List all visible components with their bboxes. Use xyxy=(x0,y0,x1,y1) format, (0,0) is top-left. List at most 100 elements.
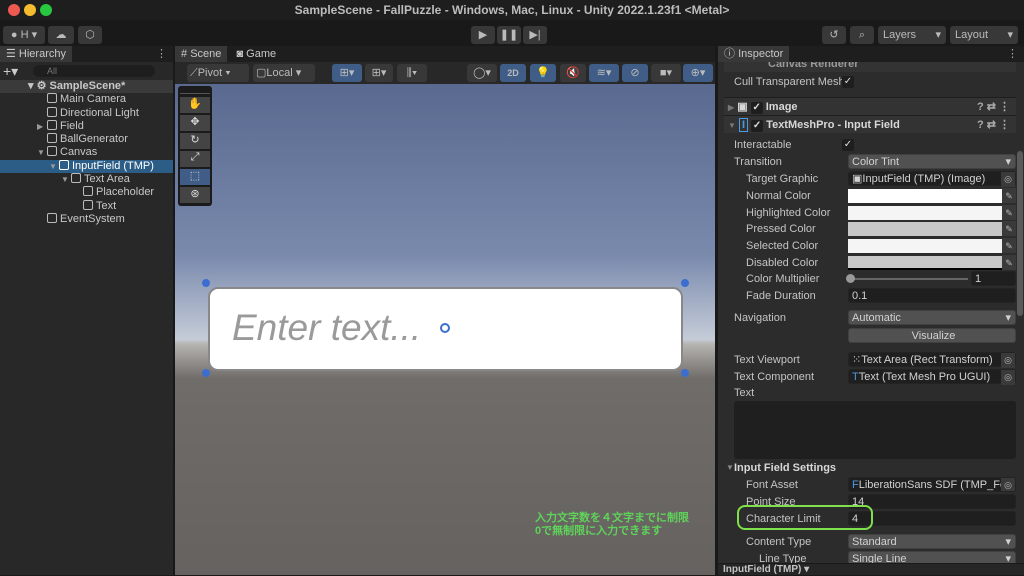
hierarchy-item-text-area[interactable]: ▼ Text Area xyxy=(0,173,173,186)
gizmos-icon[interactable]: ⊕▾ xyxy=(683,64,713,82)
account-dropdown[interactable]: ● H ▾ xyxy=(3,26,45,44)
hierarchy-item-ballgenerator[interactable]: BallGenerator xyxy=(0,133,173,146)
eyedropper-icon[interactable]: ✎ xyxy=(1002,205,1016,220)
normal-color-swatch[interactable] xyxy=(848,189,1002,203)
pivot-dropdown[interactable]: ⟋Pivot ▾ xyxy=(187,64,249,82)
text-component-field[interactable]: TText (Text Mesh Pro UGUI) ◎ xyxy=(848,369,1016,385)
scene-viewport[interactable]: ✋ ✥ ↻ ⤢ ⬚ ⊛ Enter text... 入力文字数を４文字までに制限… xyxy=(175,84,715,575)
object-picker-icon[interactable]: ◎ xyxy=(1001,172,1015,187)
hierarchy-item-eventsystem[interactable]: EventSystem xyxy=(0,212,173,226)
layers-dropdown[interactable]: Layers ▾ xyxy=(878,26,946,44)
history-icon[interactable]: ↺ xyxy=(822,26,846,44)
visualize-button[interactable]: Visualize xyxy=(848,328,1016,343)
canvas-renderer-header[interactable]: Canvas Renderer xyxy=(724,62,1016,72)
hand-tool-icon[interactable]: ✋ xyxy=(180,97,210,113)
local-dropdown[interactable]: ▢Local ▾ xyxy=(253,64,315,82)
interactable-checkbox[interactable]: ✓ xyxy=(842,139,854,151)
maximize-window-button[interactable] xyxy=(40,4,52,16)
collab-icon[interactable]: ⬡ xyxy=(78,26,102,44)
collapse-arrow-icon[interactable]: ▼ xyxy=(61,173,71,186)
align-icon[interactable]: ⫼▾ xyxy=(397,64,427,82)
target-graphic-field[interactable]: ▣InputField (TMP) (Image) ◎ xyxy=(848,171,1016,187)
transform-tool-icon[interactable]: ⊛ xyxy=(180,187,210,203)
close-window-button[interactable] xyxy=(8,4,20,16)
component-menu-icons[interactable]: ? ⇄ ⋮ xyxy=(977,116,1010,134)
eyedropper-icon[interactable]: ✎ xyxy=(1002,255,1016,270)
add-icon[interactable]: +▾ xyxy=(3,63,18,80)
rect-handle-br[interactable] xyxy=(681,369,689,377)
input-enabled-checkbox[interactable]: ✓ xyxy=(751,120,764,132)
navigation-dropdown[interactable]: Automatic ▾ xyxy=(848,310,1016,325)
text-area-input[interactable] xyxy=(734,401,1016,459)
component-menu-icons[interactable]: ? ⇄ ⋮ xyxy=(977,98,1010,116)
2d-toggle[interactable]: 2D xyxy=(500,64,526,82)
shading-mode-icon[interactable]: ◯▾ xyxy=(467,64,497,82)
tab-inspector[interactable]: ⓘ Inspector xyxy=(718,46,790,62)
cull-checkbox[interactable]: ✓ xyxy=(842,76,854,88)
disabled-color-swatch[interactable] xyxy=(848,256,1002,270)
camera-icon[interactable]: ■▾ xyxy=(651,64,681,82)
cloud-icon[interactable]: ☁ xyxy=(48,26,74,44)
lighting-icon[interactable]: 💡 xyxy=(530,64,556,82)
audio-icon[interactable]: 🔇 xyxy=(560,64,586,82)
image-enabled-checkbox[interactable]: ✓ xyxy=(750,102,763,114)
hierarchy-item-inputfield[interactable]: ▼ InputField (TMP) xyxy=(0,159,173,174)
collapse-arrow-icon[interactable]: ▼ xyxy=(49,160,59,173)
color-multiplier-slider[interactable] xyxy=(846,274,968,283)
object-picker-icon[interactable]: ◎ xyxy=(1001,370,1015,385)
tab-hierarchy[interactable]: ☰ Hierarchy xyxy=(0,46,72,62)
tab-scene[interactable]: # Scene xyxy=(175,46,228,62)
hierarchy-item-text[interactable]: Text xyxy=(0,199,173,213)
hierarchy-item-canvas[interactable]: ▼ Canvas xyxy=(0,146,173,159)
object-picker-icon[interactable]: ◎ xyxy=(1001,353,1015,368)
layout-dropdown[interactable]: Layout ▾ xyxy=(950,26,1018,44)
grid-snap-icon[interactable]: ⊞▾ xyxy=(332,64,362,82)
input-field-settings-header[interactable]: ▼ Input Field Settings xyxy=(724,460,1016,476)
search-icon[interactable]: ⌕ xyxy=(850,26,874,44)
collapse-arrow-icon[interactable]: ▼ xyxy=(726,460,734,476)
step-button[interactable]: ▶| xyxy=(523,26,547,44)
minimize-window-button[interactable] xyxy=(24,4,36,16)
character-limit-input[interactable]: 4 xyxy=(848,511,1016,526)
pressed-color-swatch[interactable] xyxy=(848,222,1002,236)
highlighted-color-swatch[interactable] xyxy=(848,206,1002,220)
fade-duration-input[interactable]: 0.1 xyxy=(848,288,1016,303)
text-viewport-field[interactable]: ⁙Text Area (Rect Transform) ◎ xyxy=(848,352,1016,368)
collapse-arrow-icon[interactable]: ▼ xyxy=(37,146,47,159)
inspector-scrollbar[interactable] xyxy=(1017,151,1023,316)
move-tool-icon[interactable]: ✥ xyxy=(180,115,210,131)
scene-root-row[interactable]: ▾ ⚙ SampleScene* xyxy=(0,80,173,94)
eyedropper-icon[interactable]: ✎ xyxy=(1002,221,1016,236)
object-picker-icon[interactable]: ◎ xyxy=(1001,478,1015,491)
slider-thumb[interactable] xyxy=(846,274,855,283)
expand-arrow-icon[interactable]: ▶ xyxy=(724,103,734,112)
point-size-input[interactable]: 14 xyxy=(848,494,1016,509)
hierarchy-item-placeholder[interactable]: Placeholder xyxy=(0,186,173,199)
pivot-handle[interactable] xyxy=(440,323,450,333)
inspector-footer[interactable]: InputField (TMP) ▾ xyxy=(718,563,1024,575)
visibility-icon[interactable]: ⊘ xyxy=(622,64,648,82)
expand-arrow-icon[interactable]: ▶ xyxy=(37,120,47,133)
hierarchy-item-directional-light[interactable]: Directional Light xyxy=(0,106,173,120)
scale-tool-icon[interactable]: ⤢ xyxy=(180,151,210,167)
lock-icon[interactable]: ⋮ xyxy=(156,47,167,60)
effects-icon[interactable]: ≋▾ xyxy=(589,64,619,82)
selected-color-swatch[interactable] xyxy=(848,239,1002,253)
hierarchy-item-field[interactable]: ▶ Field xyxy=(0,119,173,133)
font-asset-field[interactable]: FLiberationSans SDF (TMP_Fon ◎ xyxy=(848,477,1016,492)
content-type-dropdown[interactable]: Standard ▾ xyxy=(848,534,1016,549)
palette-handle[interactable] xyxy=(180,88,210,94)
collapse-arrow-icon[interactable]: ▼ xyxy=(724,121,736,130)
image-component-header[interactable]: ▶ ▣ ✓ Image ? ⇄ ⋮ xyxy=(724,97,1016,115)
input-field-preview[interactable]: Enter text... xyxy=(208,287,683,371)
input-field-component-header[interactable]: ▼ I ✓ TextMeshPro - Input Field ? ⇄ ⋮ xyxy=(724,115,1016,133)
rect-tool-icon[interactable]: ⬚ xyxy=(180,169,210,185)
transition-dropdown[interactable]: Color Tint ▾ xyxy=(848,154,1016,169)
increment-snap-icon[interactable]: ⊞▾ xyxy=(365,64,393,82)
tab-game[interactable]: ◙ Game xyxy=(230,46,282,62)
eyedropper-icon[interactable]: ✎ xyxy=(1002,188,1016,203)
pause-button[interactable]: ❚❚ xyxy=(497,26,521,44)
rotate-tool-icon[interactable]: ↻ xyxy=(180,133,210,149)
hierarchy-search-input[interactable] xyxy=(33,65,155,77)
hierarchy-item-main-camera[interactable]: Main Camera xyxy=(0,93,173,106)
